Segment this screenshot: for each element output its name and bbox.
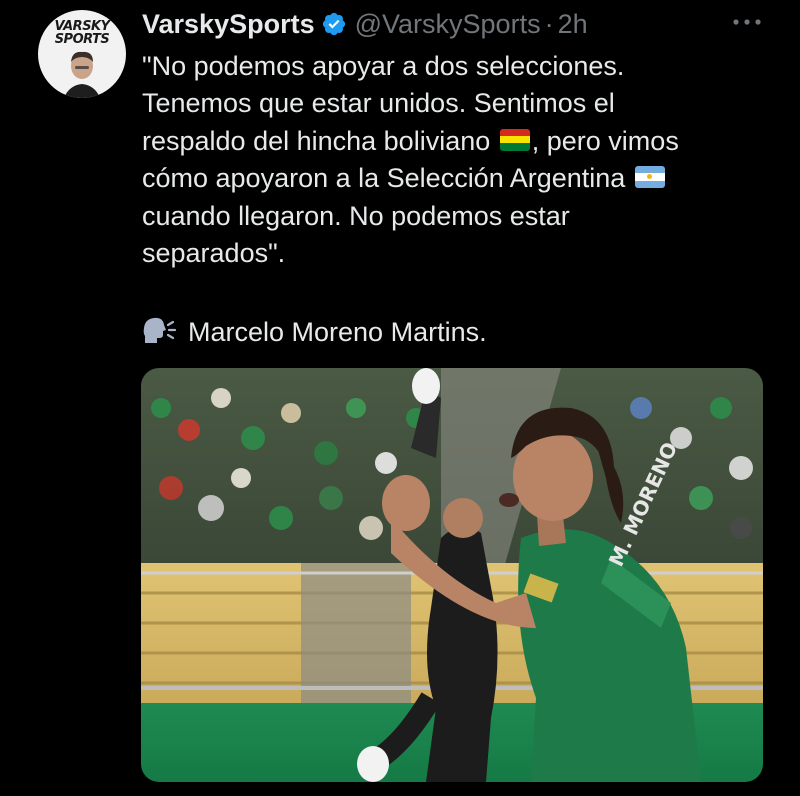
football-photo: M. MORENO (141, 368, 763, 782)
tweet-text-line: "No podemos apoyar a dos selecciones. (142, 51, 625, 81)
tweet-text-fragment: cómo apoyaron a la Selección Argentina (142, 163, 626, 194)
display-name[interactable]: VarskySports (142, 9, 315, 40)
tweet-text-line: cómo apoyaron a la Selección Argentina (142, 160, 782, 197)
argentina-flag-icon (634, 166, 665, 189)
verified-badge-icon (322, 12, 345, 36)
tweet-text: "No podemos apoyar a dos selecciones. Te… (142, 48, 782, 272)
tweet[interactable]: VARSKY SPORTS VarskySports @VarskySports… (0, 0, 800, 796)
timestamp[interactable]: 2h (558, 9, 588, 40)
speaker-line: Marcelo Moreno Martins. (142, 314, 487, 351)
avatar-person-image (64, 51, 100, 98)
more-horizontal-icon[interactable] (730, 14, 764, 30)
speaking-head-icon (143, 317, 177, 343)
tweet-media-image[interactable]: M. MORENO (141, 368, 763, 782)
tweet-header: VarskySports @VarskySports · 2h (142, 6, 588, 42)
tweet-text-line: respaldo del hincha boliviano , pero vim… (142, 123, 782, 160)
tweet-text-fragment: , pero vimos (531, 125, 679, 156)
separator-dot: · (544, 8, 554, 39)
handle[interactable]: @VarskySports (355, 9, 541, 40)
avatar-logo: VARSKY SPORTS (54, 19, 110, 47)
speaker-name: Marcelo Moreno Martins. (188, 317, 487, 347)
tweet-text-line: separados". (142, 237, 286, 268)
tweet-text-line: Tenemos que estar unidos. Sentimos el (142, 88, 615, 119)
tweet-text-fragment: respaldo del hincha boliviano (142, 125, 491, 156)
avatar[interactable]: VARSKY SPORTS (38, 10, 126, 98)
bolivia-flag-icon (499, 128, 530, 151)
tweet-text-line: cuando llegaron. No podemos estar (142, 200, 570, 231)
